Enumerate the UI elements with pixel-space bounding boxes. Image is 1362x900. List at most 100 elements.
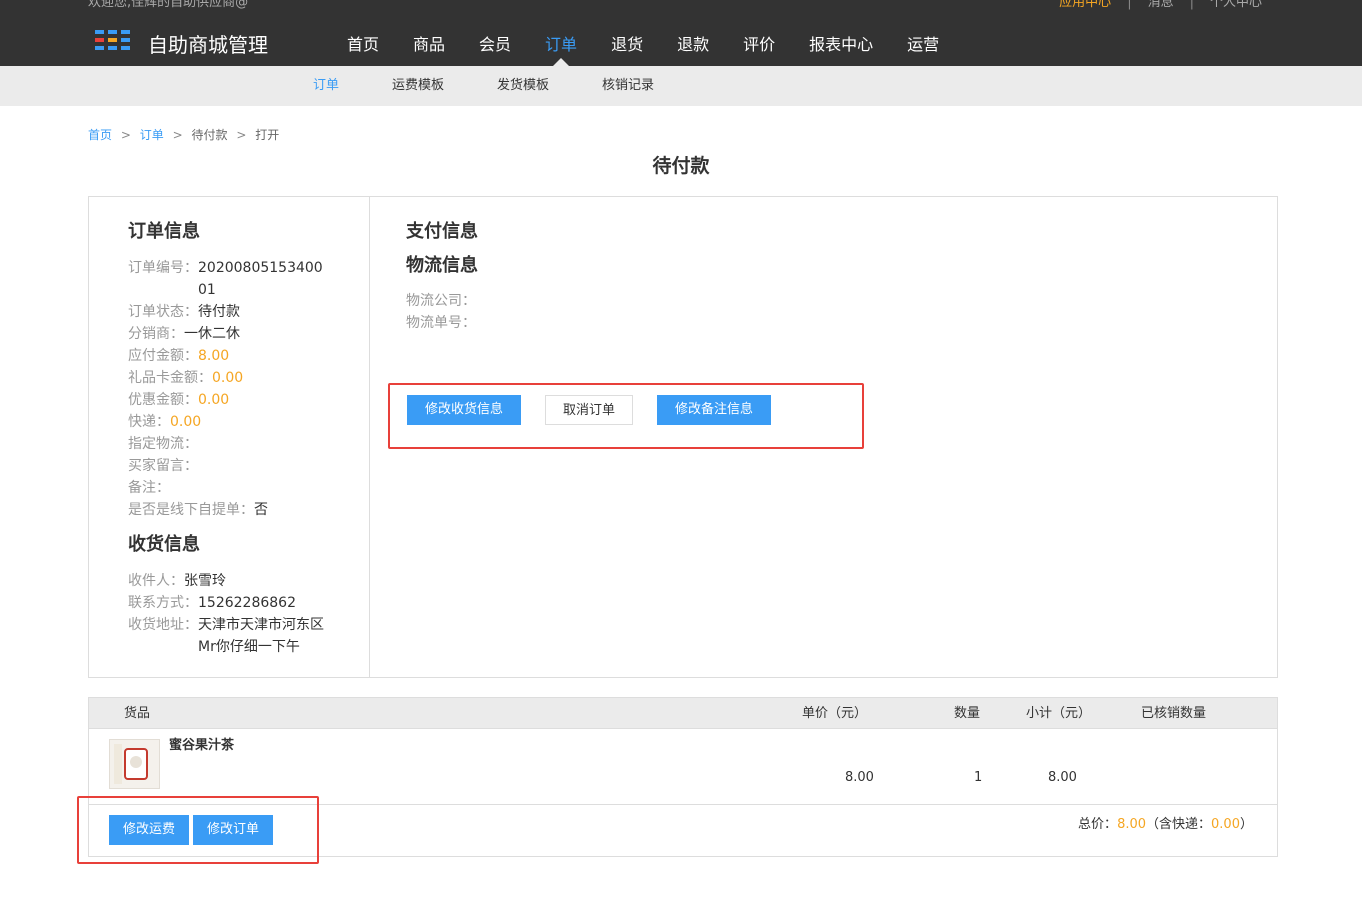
breadcrumb-open: 打开: [255, 128, 280, 142]
total-label: 总价：: [1078, 817, 1118, 832]
nav-products[interactable]: 商品: [396, 33, 462, 66]
edit-shipping-button[interactable]: 修改收货信息: [407, 395, 521, 425]
edit-freight-button[interactable]: 修改运费: [109, 815, 189, 845]
total-value: 8.00: [1117, 817, 1147, 832]
logo-icon: [95, 30, 133, 52]
messages-link[interactable]: 消息: [1148, 0, 1174, 12]
subnav-verification-records[interactable]: 核销记录: [589, 66, 667, 106]
giftcard-field: 礼品卡金额：0.00: [128, 367, 243, 389]
product-name[interactable]: 蜜谷果汁茶: [169, 737, 234, 755]
top-links: 应用中心 | 消息 | 个人中心: [1059, 0, 1262, 12]
nav-orders[interactable]: 订单: [528, 33, 594, 66]
express-field: 快递：0.00: [128, 411, 201, 433]
giftcard-label: 礼品卡金额：: [128, 370, 212, 386]
payment-heading: 支付信息: [406, 221, 478, 242]
tracking-number-field: 物流单号：: [406, 312, 476, 334]
order-total: 总价：8.00（含快递：0.00）: [1078, 816, 1253, 834]
personal-center-link[interactable]: 个人中心: [1210, 0, 1262, 12]
brand-title: 自助商城管理: [148, 33, 268, 57]
discount-value: 0.00: [198, 392, 230, 408]
top-link-separator: |: [1189, 0, 1194, 10]
product-unit-price: 8.00: [845, 770, 874, 785]
main-nav: 首页 商品 会员 订单 退货 退款 评价 报表中心 运营: [330, 33, 956, 66]
receiver-name-field: 收件人：张雪玲: [128, 570, 226, 592]
receiver-address-field: 收货地址：天津市天津市河东区Mr你仔细一下午: [128, 614, 326, 658]
receiver-address-label: 收货地址：: [128, 617, 198, 633]
receiver-address-value: 天津市天津市河东区Mr你仔细一下午: [198, 617, 324, 655]
express-value: 0.00: [170, 414, 202, 430]
self-pickup-value: 否: [254, 502, 268, 518]
assigned-logistics-label: 指定物流：: [128, 436, 198, 452]
payable-label: 应付金额：: [128, 348, 198, 364]
buyer-message-field: 买家留言：: [128, 455, 198, 477]
logistics-heading: 物流信息: [406, 255, 478, 276]
breadcrumb-home[interactable]: 首页: [88, 128, 112, 142]
self-pickup-label: 是否是线下自提单：: [128, 502, 254, 518]
header-unit-price: 单价（元）: [802, 706, 868, 721]
nav-refunds[interactable]: 退款: [660, 33, 726, 66]
remark-field: 备注：: [128, 477, 170, 499]
nav-returns[interactable]: 退货: [594, 33, 660, 66]
nav-reports[interactable]: 报表中心: [792, 33, 890, 66]
edit-remark-button[interactable]: 修改备注信息: [657, 395, 771, 425]
breadcrumb-pending: 待付款: [191, 128, 228, 142]
header-subtotal: 小计（元）: [1026, 706, 1092, 721]
app-center-link[interactable]: 应用中心: [1059, 0, 1111, 12]
order-info-heading: 订单信息: [128, 221, 200, 242]
top-link-separator: |: [1127, 0, 1132, 10]
discount-label: 优惠金额：: [128, 392, 198, 408]
giftcard-value: 0.00: [212, 370, 244, 386]
breadcrumb-separator: >: [236, 128, 247, 142]
edit-order-button[interactable]: 修改订单: [193, 815, 273, 845]
nav-members[interactable]: 会员: [462, 33, 528, 66]
distributor-field: 分销商：一休二休: [128, 323, 240, 345]
header-goods: 货品: [124, 706, 151, 721]
page-title: 待付款: [652, 155, 710, 177]
assigned-logistics-field: 指定物流：: [128, 433, 198, 455]
cancel-order-button[interactable]: 取消订单: [545, 395, 633, 425]
receiver-name-label: 收件人：: [128, 573, 184, 589]
distributor-label: 分销商：: [128, 326, 184, 342]
order-number-value: 2020080515340001: [198, 260, 323, 298]
goods-table-header: 货品 单价（元） 数量 小计（元） 已核销数量: [89, 698, 1277, 729]
self-pickup-field: 是否是线下自提单：否: [128, 499, 268, 521]
breadcrumb: 首页 > 订单 > 待付款 > 打开: [88, 127, 279, 143]
nav-home[interactable]: 首页: [330, 33, 396, 66]
welcome-text: 欢迎您,佳辉的自助供应商@: [88, 0, 249, 10]
subnav-freight-template[interactable]: 运费模板: [379, 66, 457, 106]
header-quantity: 数量: [954, 706, 981, 721]
discount-field: 优惠金额：0.00: [128, 389, 229, 411]
order-number-label: 订单编号：: [128, 260, 198, 276]
express-label: 快递：: [128, 414, 170, 430]
breadcrumb-separator: >: [172, 128, 183, 142]
logistics-company-label: 物流公司：: [406, 293, 476, 309]
subnav-orders[interactable]: 订单: [300, 66, 352, 106]
distributor-value: 一休二休: [184, 326, 240, 342]
tracking-number-label: 物流单号：: [406, 315, 476, 331]
header-verified-qty: 已核销数量: [1141, 706, 1207, 721]
buyer-message-label: 买家留言：: [128, 458, 198, 474]
receiver-phone-value: 15262286862: [198, 595, 296, 611]
receiver-phone-field: 联系方式：15262286862: [128, 592, 296, 614]
subnav-shipping-template[interactable]: 发货模板: [484, 66, 562, 106]
nav-operations[interactable]: 运营: [890, 33, 956, 66]
product-thumbnail[interactable]: [109, 739, 160, 789]
order-status-field: 订单状态：待付款: [128, 301, 240, 323]
payable-field: 应付金额：8.00: [128, 345, 229, 367]
order-status-value: 待付款: [198, 304, 240, 320]
receiver-phone-label: 联系方式：: [128, 595, 198, 611]
receiver-heading: 收货信息: [128, 534, 200, 555]
table-row: 蜜谷果汁茶 8.00 1 8.00: [89, 729, 1277, 805]
sub-nav: 订单 运费模板 发货模板 核销记录: [0, 66, 1362, 106]
nav-reviews[interactable]: 评价: [726, 33, 792, 66]
total-express-prefix: （含快递：: [1146, 817, 1212, 832]
logistics-company-field: 物流公司：: [406, 290, 476, 312]
payable-value: 8.00: [198, 348, 230, 364]
breadcrumb-separator: >: [120, 128, 131, 142]
order-status-label: 订单状态：: [128, 304, 198, 320]
receiver-name-value: 张雪玲: [184, 573, 226, 589]
breadcrumb-order[interactable]: 订单: [140, 128, 164, 142]
order-number-field: 订单编号：2020080515340001: [128, 257, 324, 301]
total-suffix: ）: [1239, 817, 1253, 832]
remark-label: 备注：: [128, 480, 170, 496]
